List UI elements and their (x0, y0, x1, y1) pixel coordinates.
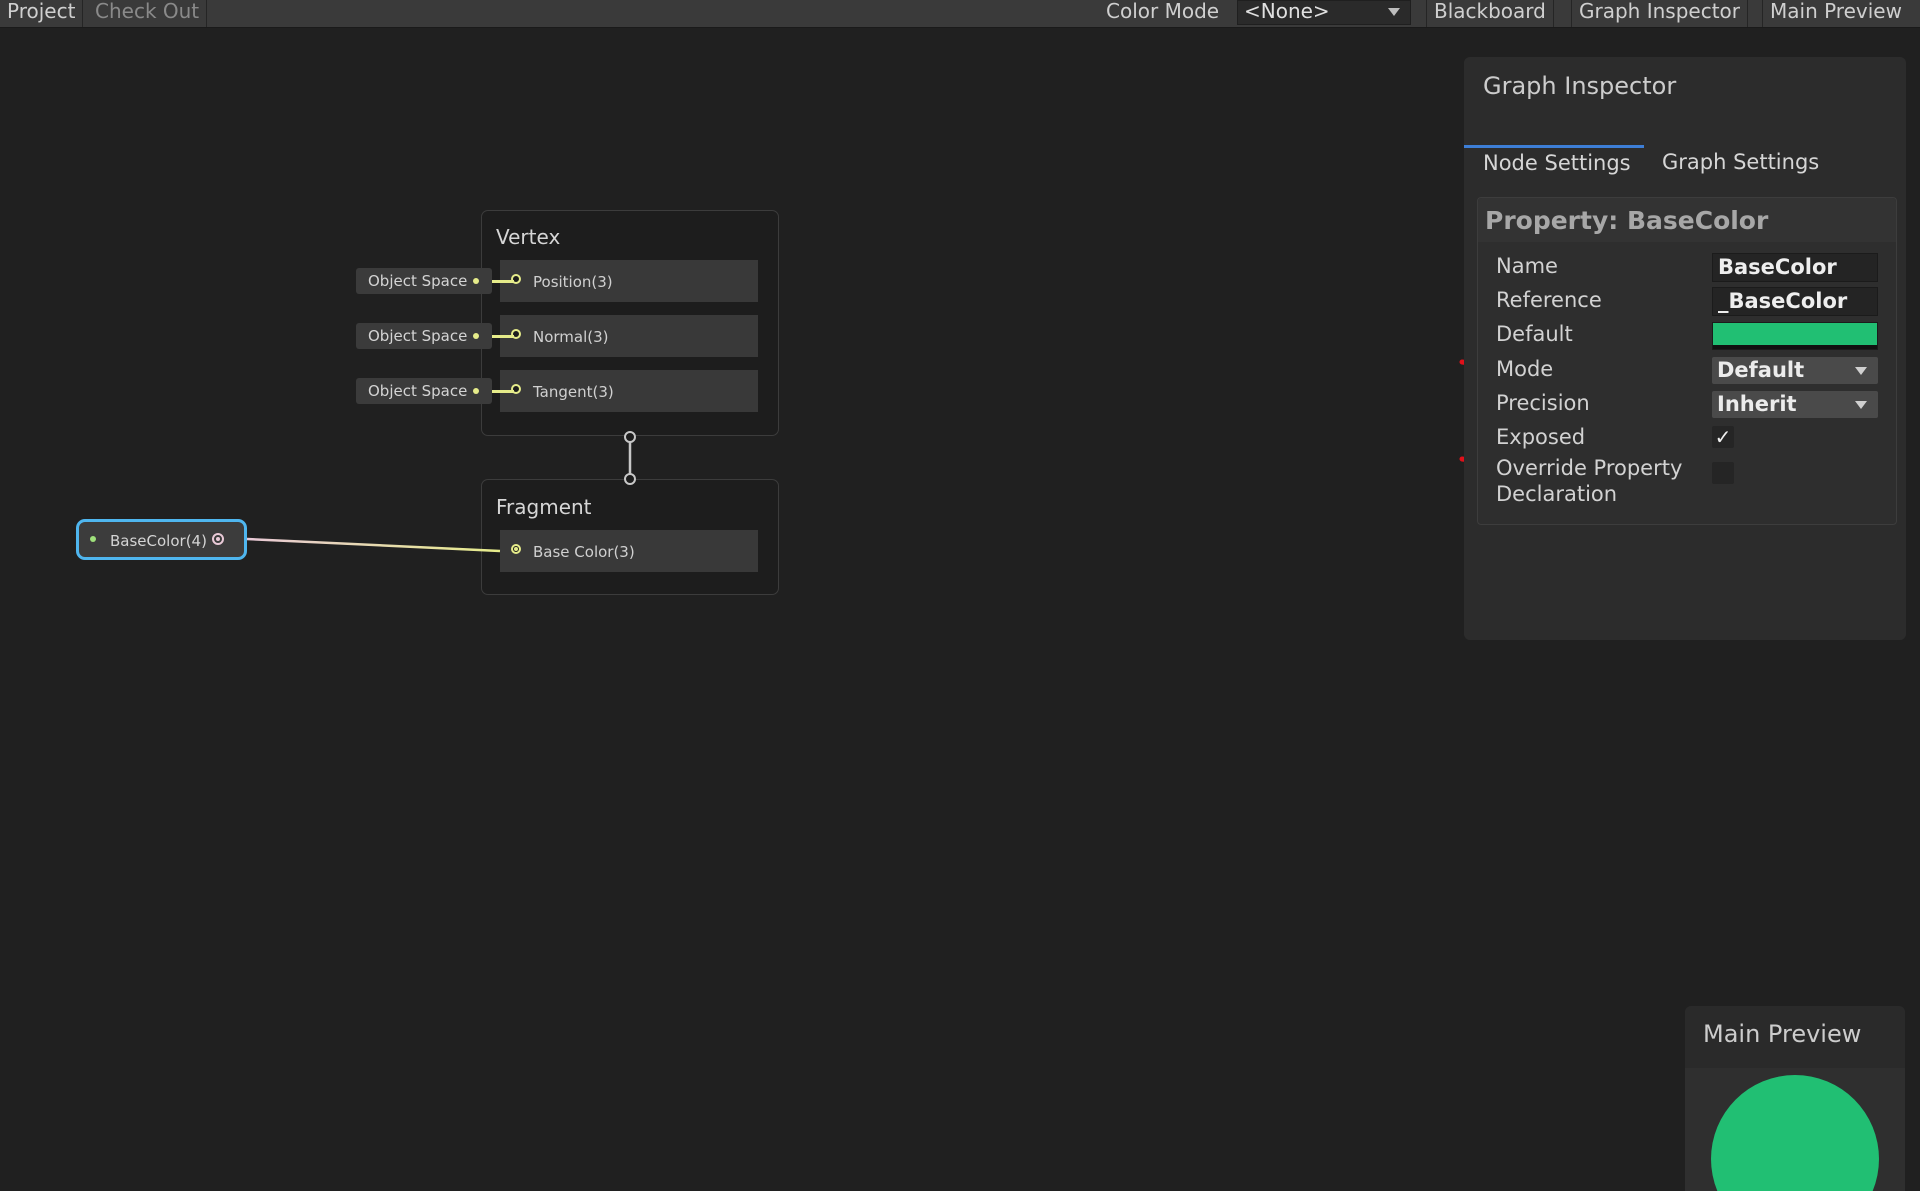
precision-label: Precision (1496, 391, 1590, 415)
color-mode-value: <None> (1244, 0, 1330, 23)
normal-wire (492, 335, 514, 338)
vertex-block-position[interactable]: Position(3) (500, 260, 758, 302)
name-label: Name (1496, 254, 1558, 278)
output-port-dot[interactable] (473, 278, 479, 284)
precision-dropdown[interactable]: Inherit (1712, 391, 1878, 418)
reference-field[interactable]: _BaseColor (1712, 287, 1878, 316)
tab-graph-settings[interactable]: Graph Settings (1662, 147, 1819, 184)
chevron-down-icon (1388, 8, 1400, 16)
exposed-dot-icon (90, 536, 96, 542)
reference-label: Reference (1496, 288, 1602, 312)
normal-space-chip[interactable]: Object Space (356, 323, 492, 349)
block-label: Position(3) (533, 273, 613, 291)
chevron-down-icon (1855, 367, 1867, 375)
property-settings-section: Property: BaseColor Name BaseColor Refer… (1477, 197, 1897, 525)
output-port-dot[interactable] (473, 333, 479, 339)
inspector-title: Graph Inspector (1483, 72, 1677, 100)
main-preview-title: Main Preview (1703, 1020, 1862, 1048)
default-label: Default (1496, 322, 1573, 346)
mode-value: Default (1717, 358, 1805, 382)
color-mode-label: Color Mode (1106, 0, 1220, 23)
main-preview-panel: Main Preview (1685, 1006, 1905, 1191)
override-label-line1: Override Property (1496, 456, 1683, 480)
fragment-title: Fragment (496, 495, 592, 519)
block-label: Base Color(3) (533, 543, 635, 561)
output-port-dot[interactable] (473, 388, 479, 394)
section-title: Property: BaseColor (1485, 206, 1769, 235)
basecolor-property-node[interactable]: BaseColor(4) (76, 519, 247, 560)
name-field[interactable]: BaseColor (1712, 253, 1878, 282)
chevron-down-icon (1855, 401, 1867, 409)
position-space-chip[interactable]: Object Space (356, 268, 492, 294)
override-label-line2: Declaration (1496, 482, 1618, 506)
vertex-block-tangent[interactable]: Tangent(3) (500, 370, 758, 412)
property-output-port[interactable] (212, 533, 224, 545)
block-label: Normal(3) (533, 328, 609, 346)
mode-dropdown[interactable]: Default (1712, 357, 1878, 384)
block-label: Tangent(3) (533, 383, 614, 401)
check-out-button[interactable]: Check Out (88, 0, 208, 27)
toolbar: Project Check Out Color Mode <None> Blac… (0, 0, 1920, 28)
tangent-space-chip[interactable]: Object Space (356, 378, 492, 404)
base-color-input-port[interactable] (511, 544, 521, 554)
alpha-bar (1713, 345, 1877, 349)
mode-label: Mode (1496, 357, 1554, 381)
color-mode-dropdown[interactable]: <None> (1237, 0, 1411, 25)
space-label: Object Space (368, 327, 468, 345)
main-preview-toggle[interactable]: Main Preview (1762, 0, 1909, 27)
preview-viewport[interactable] (1685, 1068, 1905, 1191)
blackboard-toggle[interactable]: Blackboard (1426, 0, 1554, 27)
project-button[interactable]: Project (0, 0, 84, 27)
position-wire (492, 280, 514, 283)
precision-value: Inherit (1717, 392, 1797, 416)
graph-inspector-toggle[interactable]: Graph Inspector (1571, 0, 1748, 27)
checkmark-icon: ✓ (1714, 425, 1732, 449)
exposed-checkbox[interactable]: ✓ (1712, 426, 1734, 448)
vertex-title: Vertex (496, 225, 561, 249)
space-label: Object Space (368, 272, 468, 290)
space-label: Object Space (368, 382, 468, 400)
default-color-field[interactable] (1712, 322, 1878, 350)
graph-inspector-panel: Graph Inspector Node Settings Graph Sett… (1464, 57, 1906, 640)
vertex-block-normal[interactable]: Normal(3) (500, 315, 758, 357)
fragment-block-base-color[interactable]: Base Color(3) (500, 530, 758, 572)
preview-sphere (1711, 1075, 1879, 1191)
tab-node-settings[interactable]: Node Settings (1464, 145, 1644, 182)
section-header: Property: BaseColor (1478, 198, 1896, 242)
exposed-label: Exposed (1496, 425, 1586, 449)
property-node-label: BaseColor(4) (110, 532, 207, 550)
override-property-declaration-checkbox[interactable] (1712, 462, 1734, 484)
tangent-wire (492, 390, 514, 393)
